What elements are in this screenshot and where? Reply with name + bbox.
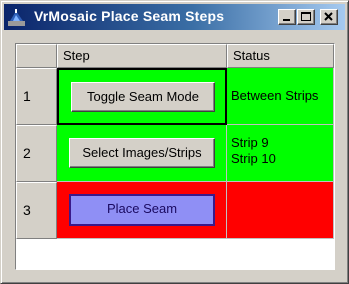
- status-line: Strip 10: [231, 151, 276, 166]
- status-cell-2: Strip 9 Strip 10: [227, 125, 334, 182]
- step-cell-3[interactable]: Place Seam: [57, 182, 227, 239]
- corner-header: [16, 44, 57, 68]
- close-icon: [324, 12, 333, 21]
- step-cell-1[interactable]: Toggle Seam Mode: [57, 68, 227, 125]
- status-line: Strip 9: [231, 135, 269, 150]
- row-header-2[interactable]: 2: [16, 125, 57, 182]
- status-cell-1: Between Strips: [227, 68, 334, 125]
- vrmosaic-app-icon: [8, 9, 25, 26]
- column-header-status[interactable]: Status: [227, 44, 334, 68]
- minimize-button[interactable]: [278, 9, 296, 25]
- row-header-1[interactable]: 1: [16, 68, 57, 125]
- toggle-seam-mode-button[interactable]: Toggle Seam Mode: [71, 82, 215, 112]
- window-title: VrMosaic Place Seam Steps: [34, 8, 225, 24]
- column-header-step[interactable]: Step: [57, 44, 227, 68]
- select-images-strips-button[interactable]: Select Images/Strips: [69, 138, 215, 168]
- minimize-icon: [283, 19, 290, 21]
- place-seam-button[interactable]: Place Seam: [69, 194, 215, 226]
- status-line: Between Strips: [231, 88, 319, 103]
- maximize-icon: [301, 12, 311, 21]
- title-bar[interactable]: VrMosaic Place Seam Steps: [4, 4, 345, 30]
- place-seam-steps-window: VrMosaic Place Seam Steps Step Status 1 …: [0, 0, 349, 284]
- row-header-3[interactable]: 3: [16, 182, 57, 239]
- steps-grid: Step Status 1 Toggle Seam Mode Between S…: [15, 43, 335, 270]
- status-cell-3: [227, 182, 334, 239]
- step-cell-2[interactable]: Select Images/Strips: [57, 125, 227, 182]
- maximize-button[interactable]: [297, 9, 315, 25]
- close-button[interactable]: [320, 9, 338, 25]
